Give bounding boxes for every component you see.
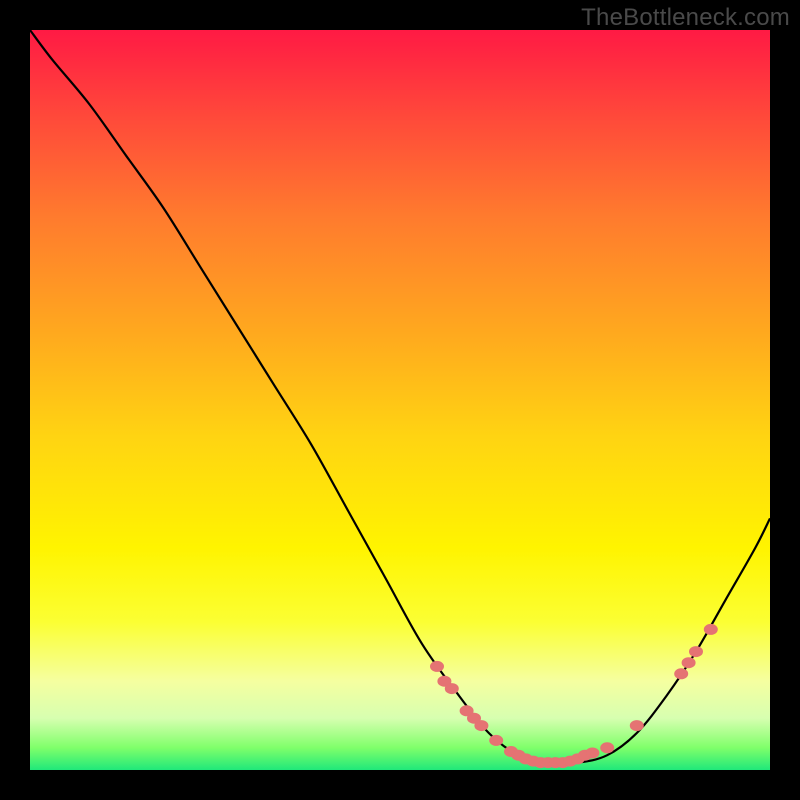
watermark-text: TheBottleneck.com: [581, 4, 790, 32]
marker-dot: [675, 669, 688, 679]
marker-dot: [445, 684, 458, 694]
marker-dot: [630, 721, 643, 731]
marker-dot: [586, 748, 599, 758]
bottleneck-curve: [30, 30, 770, 764]
marker-dot: [704, 624, 717, 634]
marker-dot: [431, 661, 444, 671]
marker-dot: [690, 647, 703, 657]
marker-dot: [490, 735, 503, 745]
marker-dot: [682, 658, 695, 668]
marker-dot: [475, 721, 488, 731]
marker-group: [431, 624, 718, 767]
chart-frame: [30, 30, 770, 770]
bottleneck-chart: [30, 30, 770, 770]
marker-dot: [601, 743, 614, 753]
